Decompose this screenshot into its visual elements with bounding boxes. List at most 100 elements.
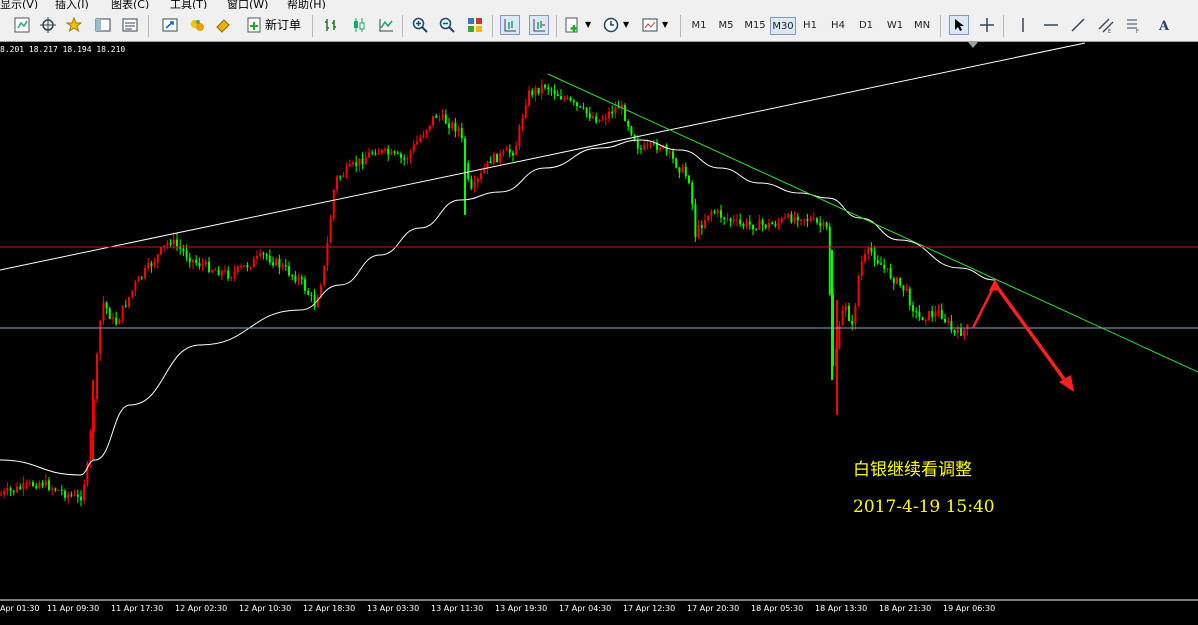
candle-body <box>387 148 390 155</box>
candle-body <box>361 158 364 165</box>
candle-body <box>774 224 777 226</box>
candle-body <box>624 105 626 122</box>
candle-body <box>451 122 454 129</box>
menu-tools[interactable]: 工具(T) <box>170 0 207 9</box>
candle-body <box>473 181 476 189</box>
trendline-icon[interactable] <box>1068 15 1088 35</box>
vertical-line-icon[interactable] <box>1013 15 1033 35</box>
candle-body <box>566 97 569 99</box>
zoom-out-icon[interactable] <box>437 15 457 35</box>
toolbar-separator <box>492 15 493 37</box>
timeframe-d1[interactable]: D1 <box>855 17 877 35</box>
history-icon[interactable] <box>120 15 140 35</box>
horizontal-line-icon[interactable] <box>1041 15 1061 35</box>
candle-body <box>25 482 28 484</box>
candle-body <box>118 319 121 325</box>
cursor-icon[interactable] <box>949 15 969 35</box>
candle-body <box>800 219 802 221</box>
x-tick: 18 Apr 21:30 <box>879 604 932 613</box>
candle-body <box>371 152 374 154</box>
indicators-dropdown-icon[interactable]: ▼ <box>585 15 591 35</box>
candle-body <box>508 149 511 153</box>
candle-body <box>297 277 300 282</box>
autotrading-icon[interactable] <box>213 15 233 35</box>
menu-charts[interactable]: 图表(C) <box>111 0 149 9</box>
candle-body <box>192 259 194 263</box>
navigator-icon[interactable] <box>93 15 113 35</box>
periods-icon[interactable] <box>601 15 621 35</box>
tile-windows-icon[interactable] <box>465 15 485 35</box>
timeframe-m5[interactable]: M5 <box>715 17 737 35</box>
annotation-timestamp[interactable]: 2017-4-19 15:40 <box>853 497 995 517</box>
zoom-in-icon[interactable] <box>410 15 430 35</box>
expert-advisors-icon[interactable] <box>187 15 207 35</box>
candle-body <box>521 117 524 127</box>
new-order-button[interactable]: 新订单 <box>265 15 301 35</box>
timeframe-h4[interactable]: H4 <box>827 17 849 35</box>
text-icon[interactable]: A <box>1154 15 1174 35</box>
candle-body <box>784 217 786 219</box>
chart-background <box>0 42 1198 625</box>
menu-window[interactable]: 窗口(W) <box>227 0 268 9</box>
candle-body <box>99 320 102 354</box>
timeframe-m1[interactable]: M1 <box>688 17 710 35</box>
chart-shift-icon[interactable] <box>500 15 520 35</box>
x-tick: 13 Apr 19:30 <box>495 604 548 613</box>
candle-body <box>291 275 294 277</box>
new-order-icon[interactable] <box>244 15 264 35</box>
annotation-title[interactable]: 白银继续看调整 <box>853 455 972 480</box>
candle-body <box>659 147 662 150</box>
fullscreen-icon[interactable] <box>160 15 180 35</box>
price-chart[interactable] <box>0 42 1198 625</box>
fibonacci-icon[interactable]: F <box>1123 15 1143 35</box>
new-chart-icon[interactable] <box>12 15 32 35</box>
timeframe-m15[interactable]: M15 <box>742 17 768 35</box>
periods-dropdown-icon[interactable]: ▼ <box>623 15 629 35</box>
candlestick-icon[interactable] <box>349 15 369 35</box>
templates-icon[interactable] <box>640 15 660 35</box>
candle-body <box>931 311 934 317</box>
candle-body <box>233 271 236 278</box>
candle-body <box>313 295 316 307</box>
menu-help[interactable]: 帮助(H) <box>287 0 326 9</box>
candle-body <box>556 94 559 97</box>
candle-body <box>630 126 633 135</box>
toolbar-separator <box>1003 15 1004 37</box>
candle-body <box>438 117 441 119</box>
candle-body <box>419 137 422 142</box>
candle-body <box>96 353 98 400</box>
candle-body <box>864 253 866 262</box>
candle-body <box>681 167 684 173</box>
candle-body <box>70 494 73 496</box>
candle-body <box>201 264 204 267</box>
candle-body <box>416 141 418 145</box>
candle-body <box>140 276 143 278</box>
crosshair-icon[interactable] <box>38 15 58 35</box>
candle-body <box>726 218 729 220</box>
candle-body <box>332 189 335 219</box>
candle-body <box>182 248 185 251</box>
favorites-icon[interactable] <box>64 15 84 35</box>
timeframe-m30[interactable]: M30 <box>770 17 796 35</box>
candle-body <box>224 270 226 272</box>
line-chart-icon[interactable] <box>376 15 396 35</box>
timeframe-mn[interactable]: MN <box>911 17 933 35</box>
timeframe-w1[interactable]: W1 <box>884 17 906 35</box>
toolbar-separator <box>940 15 941 37</box>
candle-body <box>377 153 380 155</box>
candle-body <box>531 90 534 96</box>
crosshair-tool-icon[interactable] <box>977 15 997 35</box>
menu-insert[interactable]: 插入(I) <box>55 0 89 9</box>
candle-body <box>579 106 582 108</box>
indicators-icon[interactable] <box>563 15 583 35</box>
channel-icon[interactable]: E <box>1096 15 1116 35</box>
candle-body <box>211 270 214 273</box>
toolbar-separator <box>312 15 313 37</box>
autoscroll-icon[interactable] <box>529 15 549 35</box>
timeframe-h1[interactable]: H1 <box>799 17 821 35</box>
bar-chart-icon[interactable] <box>321 15 341 35</box>
candle-body <box>896 277 898 284</box>
templates-dropdown-icon[interactable]: ▼ <box>662 15 668 35</box>
candle-body <box>176 239 178 247</box>
menu-view[interactable]: 显示(V) <box>0 0 38 9</box>
